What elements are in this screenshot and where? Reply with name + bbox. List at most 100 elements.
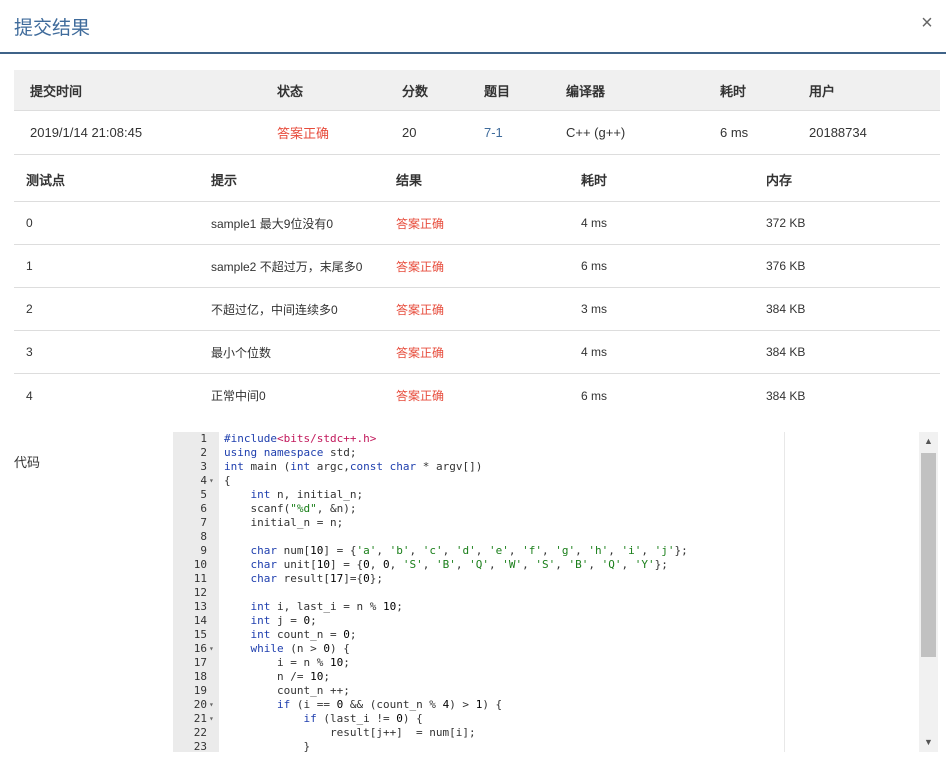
table-row: 3 最小个位数 答案正确 4 ms 384 KB	[14, 331, 940, 374]
code-text: if (i == 0 && (count_n % 4) > 1) {	[276, 698, 503, 711]
testcase-time: 4 ms	[581, 216, 608, 230]
code-line: 17 i = n % 10;	[173, 656, 937, 670]
scroll-thumb[interactable]	[921, 453, 936, 657]
fold-arrow-icon[interactable]: ▾	[209, 642, 217, 656]
testcase-time: 6 ms	[581, 259, 608, 273]
line-number: 12	[193, 586, 207, 599]
code-scrollbar[interactable]: ▲ ▼	[919, 432, 938, 752]
code-line: 5 int n, initial_n;	[173, 488, 937, 502]
code-text: #include<bits/stdc++.h>	[224, 432, 377, 445]
testcase-memory: 372 KB	[766, 216, 806, 230]
scroll-up-icon[interactable]: ▲	[919, 432, 938, 451]
modal-header: 提交结果 ×	[0, 0, 946, 54]
code-text: initial_n = n;	[224, 516, 344, 529]
code-line: 23 }	[173, 740, 937, 752]
testcase-memory: 384 KB	[766, 388, 806, 403]
code-line: 16 ▾ while (n > 0) {	[173, 642, 937, 656]
line-number: 18	[193, 670, 207, 683]
modal-title: 提交结果	[14, 18, 91, 39]
line-number: 2	[200, 446, 207, 459]
code-line: 22 result[j++] = num[i];	[173, 726, 937, 740]
summary-row: 2019/1/14 21:08:45 答案正确 20 7-1 C++ (g++)…	[14, 111, 940, 155]
code-line: 9 char num[10] = {'a', 'b', 'c', 'd', 'e…	[173, 544, 937, 558]
testcase-result: 答案正确	[396, 389, 445, 403]
line-number: 19	[193, 684, 207, 697]
summary-header-compiler: 编译器	[566, 83, 606, 99]
testcase-header-row: 测试点 提示 结果 耗时 内存	[14, 157, 940, 202]
code-line: 21 ▾ if (last_i != 0) {	[173, 712, 937, 726]
line-number: 1	[200, 432, 207, 445]
testcase-memory: 376 KB	[766, 259, 806, 273]
code-lines[interactable]: 1 #include<bits/stdc++.h> 2 using namespace…	[173, 432, 937, 752]
code-line: 19 count_n ++;	[173, 684, 937, 698]
code-text: char num[10] = {'a', 'b', 'c', 'd', 'e',…	[250, 544, 688, 557]
line-number: 3	[200, 460, 207, 473]
code-line: 8	[173, 530, 937, 544]
fold-arrow-icon[interactable]: ▾	[209, 698, 217, 712]
close-icon[interactable]: ×	[916, 12, 938, 34]
code-line: 11 char result[17]={0};	[173, 572, 937, 586]
line-number: 11	[193, 572, 207, 585]
scroll-down-icon[interactable]: ▼	[919, 733, 938, 752]
line-number: 16	[193, 642, 207, 655]
problem-link[interactable]: 7-1	[484, 111, 503, 154]
testcase-table: 测试点 提示 结果 耗时 内存 0 sample1 最大9位没有0 答案正确 4…	[14, 157, 940, 417]
code-editor[interactable]: 1 #include<bits/stdc++.h> 2 using namespace…	[173, 432, 938, 752]
summary-header-status: 状态	[277, 83, 304, 99]
line-number: 23	[193, 740, 207, 752]
code-line: 1 #include<bits/stdc++.h>	[173, 432, 937, 446]
table-row: 2 不超过亿，中间连续多0 答案正确 3 ms 384 KB	[14, 288, 940, 331]
line-number: 7	[200, 516, 207, 529]
testcase-header-memory: 内存	[766, 172, 793, 188]
fold-arrow-icon[interactable]: ▾	[209, 474, 217, 488]
testcase-result: 答案正确	[396, 216, 445, 231]
testcase-hint: sample1 最大9位没有0	[211, 216, 334, 231]
testcase-id: 1	[26, 259, 33, 273]
code-line: 13 int i, last_i = n % 10;	[173, 600, 937, 614]
code-text: n /= 10;	[224, 670, 330, 683]
testcase-time: 6 ms	[581, 388, 608, 403]
testcase-id: 2	[26, 302, 33, 316]
line-number: 15	[193, 628, 207, 641]
code-text: char result[17]={0};	[250, 572, 383, 585]
testcase-hint: sample2 不超过万，末尾多0	[211, 259, 363, 274]
code-text: }	[224, 740, 311, 752]
testcase-result: 答案正确	[396, 345, 445, 360]
code-line: 18 n /= 10;	[173, 670, 937, 684]
code-line: 14 int j = 0;	[173, 614, 937, 628]
code-line: 6 scanf("%d", &n);	[173, 502, 937, 516]
line-number: 13	[193, 600, 207, 613]
code-text: i = n % 10;	[224, 656, 350, 669]
line-number: 14	[193, 614, 207, 627]
testcase-result: 答案正确	[396, 302, 445, 317]
testcase-header-id: 测试点	[26, 172, 66, 188]
testcase-id: 4	[26, 388, 33, 403]
line-number: 5	[200, 488, 207, 501]
duration-value: 6 ms	[720, 125, 749, 140]
line-number: 10	[193, 558, 207, 571]
code-line: 4 ▾ {	[173, 474, 937, 488]
summary-header-duration: 耗时	[720, 83, 747, 99]
code-line: 20 ▾ if (i == 0 && (count_n % 4) > 1) {	[173, 698, 937, 712]
testcase-hint: 不超过亿，中间连续多0	[211, 302, 338, 317]
code-text: char unit[10] = {0, 0, 'S', 'B', 'Q', 'W…	[250, 558, 668, 571]
summary-header-user: 用户	[809, 83, 836, 99]
code-line: 2 using namespace std;	[173, 446, 937, 460]
code-text: using namespace std;	[224, 446, 357, 459]
code-text: int i, last_i = n % 10;	[250, 600, 403, 613]
summary-table: 提交时间 状态 分数 题目 编译器 耗时 用户 2019/1/14 21:08:…	[14, 70, 940, 155]
testcase-header-result: 结果	[396, 172, 423, 188]
line-number: 22	[193, 726, 207, 739]
code-text: {	[224, 474, 231, 487]
code-label: 代码	[14, 455, 41, 470]
testcase-memory: 384 KB	[766, 345, 806, 359]
code-text: while (n > 0) {	[250, 642, 350, 655]
testcase-header-time: 耗时	[581, 172, 608, 188]
table-row: 1 sample2 不超过万，末尾多0 答案正确 6 ms 376 KB	[14, 245, 940, 288]
summary-header-score: 分数	[402, 83, 429, 99]
testcase-memory: 384 KB	[766, 302, 806, 316]
line-number: 8	[200, 530, 207, 543]
fold-arrow-icon[interactable]: ▾	[209, 712, 217, 726]
code-text: int main (int argc,const char * argv[])	[224, 460, 483, 473]
code-text: count_n ++;	[224, 684, 350, 697]
